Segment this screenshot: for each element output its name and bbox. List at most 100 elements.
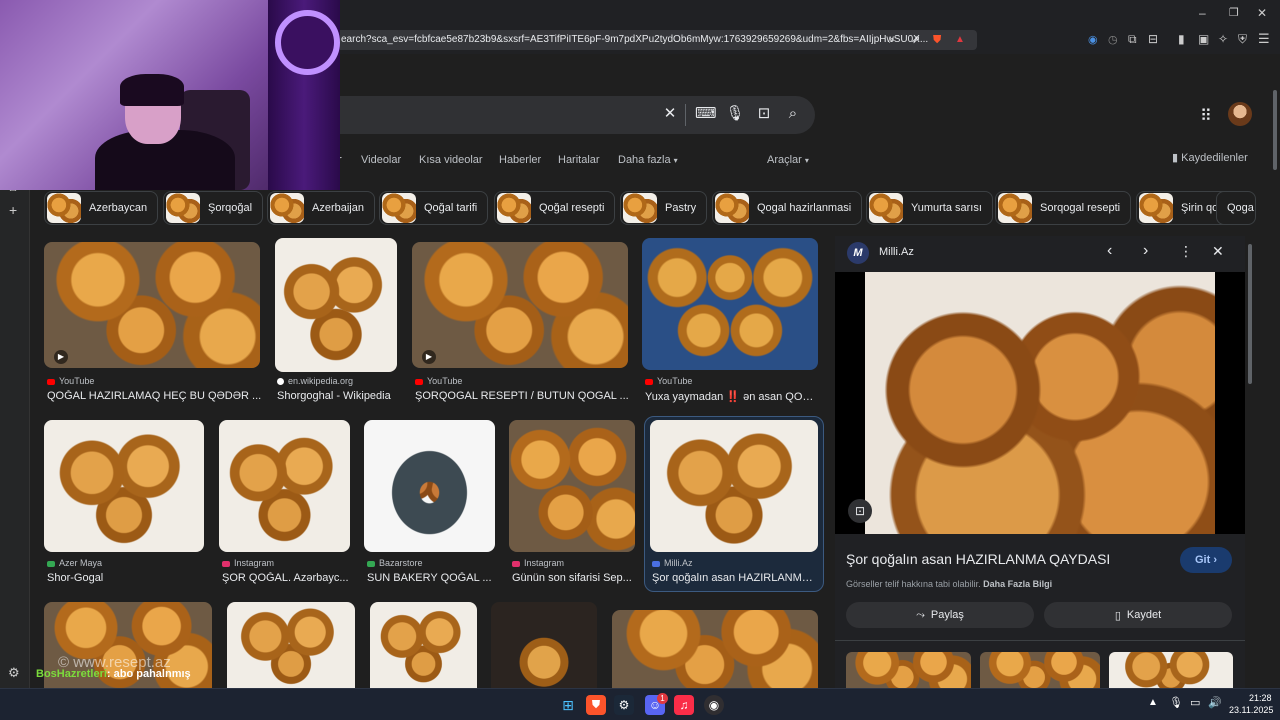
result-image[interactable] [44, 242, 260, 368]
result-source[interactable]: YouTube [415, 376, 462, 386]
close-window-button[interactable]: ✕ [1257, 6, 1267, 20]
keyboard-icon[interactable]: ⌨ [695, 104, 717, 124]
related-image[interactable] [980, 652, 1100, 688]
show-hidden-icons-icon[interactable]: ▲ [1148, 697, 1158, 708]
add-sidebar-panel-icon[interactable]: + [9, 202, 17, 218]
lens-icon[interactable]: ⊡ [754, 104, 774, 124]
go-button[interactable]: Git › [1180, 547, 1232, 573]
brave-shields-icon[interactable]: ⛊ [933, 30, 941, 50]
brave-browser-icon[interactable]: ⛊ [586, 695, 606, 715]
more-info-link[interactable]: Daha Fazla Bilgi [983, 579, 1052, 589]
result-title[interactable]: ŞOR QOĞAL. Azərbayc... [222, 572, 352, 584]
vpn-shield-icon[interactable]: ⛨ [1238, 32, 1247, 47]
tab-videos[interactable]: Videolar [361, 154, 401, 166]
related-chip[interactable]: Yumurta sarısı [866, 191, 993, 225]
avatar[interactable] [1228, 102, 1252, 126]
tab-news[interactable]: Haberler [499, 154, 541, 166]
result-image[interactable] [44, 420, 204, 552]
history-icon[interactable]: ◷ [1108, 33, 1118, 46]
result-image[interactable] [650, 420, 818, 552]
close-panel-icon[interactable]: ✕ [1212, 243, 1224, 260]
result-source[interactable]: YouTube [645, 376, 692, 386]
clock-date[interactable]: 23.11.2025 [1229, 705, 1273, 715]
result-title[interactable]: SUN BAKERY QOĞAL ... [367, 572, 497, 584]
apps-grid-icon[interactable]: ⠿ [1200, 106, 1212, 126]
leo-ai-icon[interactable]: ✧ [1218, 32, 1228, 46]
result-title[interactable]: Yuxa yaymadan ‼️ ən asan QOĞ... [645, 390, 815, 403]
more-options-icon[interactable]: ⋮ [1179, 243, 1193, 260]
result-title[interactable]: Günün son sifarisi Sep... [512, 572, 638, 584]
microphone-tray-icon[interactable]: 🎙 [1169, 696, 1183, 709]
result-title[interactable]: Shor-Gogal [47, 572, 202, 584]
related-chip[interactable]: Sorqogal resepti [995, 191, 1132, 225]
steam-icon[interactable]: ⚙ [614, 695, 634, 715]
brave-rewards-icon[interactable]: ▲ [955, 30, 965, 50]
result-title[interactable]: Şor qoğalın asan HAZIRLANMA... [652, 572, 816, 584]
related-chip[interactable]: Azerbaycan [44, 191, 159, 225]
tab-short-videos[interactable]: Kısa videolar [419, 154, 483, 166]
site-logo[interactable]: M [847, 242, 869, 264]
related-chip[interactable]: Qogal hazirlanmasi [712, 191, 863, 225]
previous-icon[interactable]: ‹ [1107, 242, 1112, 260]
clear-search-icon[interactable]: ✕ [660, 104, 680, 124]
related-chip[interactable]: Şorqoğal [163, 191, 264, 225]
result-image[interactable] [509, 420, 635, 552]
result-image[interactable] [612, 610, 818, 688]
share-url-icon[interactable]: ⇗ [911, 30, 920, 50]
result-image[interactable] [364, 420, 495, 552]
obs-icon[interactable]: ◉ [704, 695, 724, 715]
saved-button[interactable]: ▮ Kaydedilenler [1172, 151, 1248, 164]
sidebar-settings-icon[interactable]: ⚙ [8, 665, 20, 681]
lens-search-icon[interactable]: ⊡ [848, 499, 872, 523]
preview-title[interactable]: Şor qoğalın asan HAZIRLANMA QAYDASI [846, 551, 1110, 567]
windows-start-icon[interactable]: ⊞ [558, 695, 578, 715]
address-bar[interactable]: earch?sca_esv=fcbfcae5e87b23b9&sxsrf=AE3… [335, 30, 977, 50]
result-source[interactable]: Instagram [222, 558, 274, 568]
music-icon[interactable]: ♫ [674, 695, 694, 715]
result-title[interactable]: ŞORQOGAL RESEPTI / BUTUN QOGAL ... [415, 390, 630, 402]
result-source[interactable]: en.wikipedia.org [277, 376, 353, 386]
share-button[interactable]: ⤳ Paylaş [846, 602, 1034, 628]
extensions-icon[interactable]: ⧉ [1128, 32, 1137, 47]
result-image[interactable] [227, 602, 355, 688]
sidebar-toggle-icon[interactable]: ▮ [1178, 32, 1185, 46]
maximize-button[interactable]: ❐ [1229, 6, 1239, 19]
result-image[interactable] [219, 420, 350, 552]
tab-maps[interactable]: Haritalar [558, 154, 600, 166]
panel-scrollbar[interactable] [1248, 244, 1252, 384]
clock-time[interactable]: 21:28 [1249, 693, 1272, 703]
result-source[interactable]: YouTube [47, 376, 94, 386]
scrollbar-thumb[interactable] [1273, 90, 1277, 170]
search-icon[interactable]: ⌕ [783, 104, 803, 124]
result-image[interactable] [370, 602, 477, 688]
related-chip[interactable]: Qoğal resepti [494, 191, 616, 225]
related-image[interactable] [1109, 652, 1233, 688]
result-title[interactable]: Shorgoghal - Wikipedia [277, 390, 402, 402]
result-title[interactable]: QOĞAL HAZIRLAMAQ HEÇ BU QƏDƏR ... [47, 390, 262, 402]
menu-icon[interactable]: ☰ [1258, 31, 1270, 47]
search-input[interactable]: ✕ ⌨ 🎙 ⊡ ⌕ [335, 96, 815, 134]
related-chip[interactable]: Qoga [1216, 191, 1256, 225]
preview-image[interactable] [865, 272, 1215, 534]
volume-icon[interactable]: 🔊 [1208, 696, 1222, 709]
related-image[interactable] [846, 652, 971, 688]
result-image[interactable] [642, 238, 818, 370]
network-icon[interactable]: ▭ [1190, 696, 1200, 709]
tab-more[interactable]: Daha fazla ▾ [618, 154, 678, 166]
result-image[interactable] [491, 602, 597, 688]
result-source[interactable]: Milli.Az [652, 558, 693, 568]
wallet-icon[interactable]: ▣ [1198, 32, 1209, 46]
zoom-icon[interactable]: ⌕ [889, 30, 895, 50]
site-name[interactable]: Milli.Az [879, 246, 914, 258]
result-source[interactable]: Instagram [512, 558, 564, 568]
minimize-button[interactable]: – [1199, 6, 1206, 20]
downloads-icon[interactable]: ⊟ [1148, 32, 1158, 46]
related-chip[interactable]: Azerbaijan [267, 191, 375, 225]
result-image[interactable] [275, 238, 397, 372]
save-button[interactable]: ▯ Kaydet [1044, 602, 1232, 628]
cast-icon[interactable]: ◉ [1088, 33, 1098, 46]
result-source[interactable]: Azer Maya [47, 558, 102, 568]
next-icon[interactable]: › [1143, 242, 1148, 260]
related-chip[interactable]: Qoğal tarifi [379, 191, 489, 225]
result-source[interactable]: Bazarstore [367, 558, 423, 568]
